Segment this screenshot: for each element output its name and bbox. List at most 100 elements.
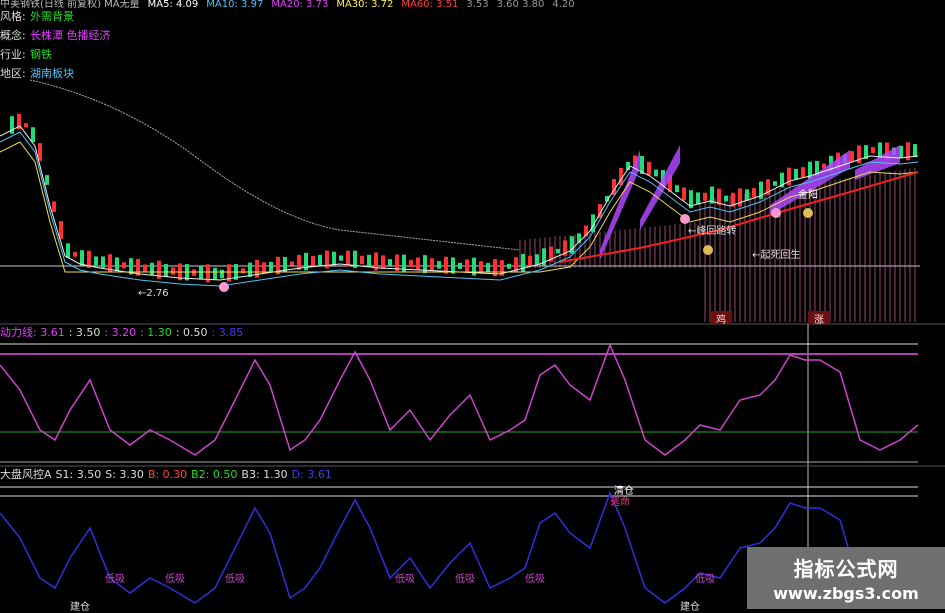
candle: [381, 255, 385, 269]
watermark: 指标公式网 www.zbgs3.com: [747, 547, 945, 609]
candle: [556, 248, 560, 254]
indicator2-legend-item: D: 3.61: [291, 468, 332, 481]
pig-icon: [771, 208, 781, 218]
info-value: 外需背景: [30, 10, 74, 23]
candle: [717, 188, 721, 205]
ma-legend-item: MA30: 3.72: [336, 0, 394, 10]
candle: [150, 262, 154, 276]
candle: [143, 264, 147, 273]
info-row: 风格: 外需背景: [0, 10, 111, 29]
marker-b-label: 涨: [814, 315, 824, 326]
candle: [101, 256, 105, 268]
candle: [52, 201, 56, 212]
info-row: 行业: 钢铁: [0, 48, 111, 67]
indicator2-legend-item: S: 3.30: [105, 468, 144, 481]
candle: [654, 169, 658, 177]
ma120-curve: [29, 79, 521, 251]
candle: [437, 261, 441, 269]
candle: [570, 236, 574, 254]
ma-legend-item: MA5: 4.09: [147, 0, 199, 10]
candle: [409, 259, 413, 268]
candle: [311, 256, 315, 266]
info-key: 行业:: [0, 48, 26, 61]
info-key: 地区:: [0, 67, 26, 80]
candle: [24, 123, 28, 128]
marker-a-label: 鸡: [716, 315, 726, 326]
candle: [724, 195, 728, 202]
candle: [794, 168, 798, 180]
revival-label: ←起死回生: [752, 250, 801, 261]
candle: [745, 189, 749, 201]
indicator1-legend-item: : 3.50: [68, 326, 101, 339]
info-key: 风格:: [0, 10, 26, 23]
candle: [367, 254, 371, 267]
moneybag-icon: [703, 245, 713, 255]
add-position-label: 低吸: [455, 574, 475, 585]
ma-legend-item: MA20: 3.73: [271, 0, 329, 10]
candle: [507, 263, 511, 269]
candle: [73, 251, 77, 257]
candle: [430, 258, 434, 271]
indicator1-legend-item: : 0.50: [175, 326, 208, 339]
candle: [913, 144, 917, 158]
add-position-label: 低吸: [225, 574, 245, 585]
candle: [192, 269, 196, 276]
indicator-panel-1[interactable]: [0, 342, 945, 467]
candle: [675, 185, 679, 193]
info-panel: 风格: 外需背景 概念: 长株潭 色播经济 行业: 钢铁 地区: 湖南板块: [0, 10, 111, 86]
candle: [269, 261, 273, 272]
candle: [682, 187, 686, 201]
candle: [199, 266, 203, 280]
ma-legend-item: 4.20: [552, 0, 575, 10]
watermark-title: 指标公式网: [793, 557, 899, 581]
candle: [80, 250, 84, 266]
bottom-label: 建仓: [680, 602, 700, 613]
watermark-url: www.zbgs3.com: [773, 584, 919, 603]
candle: [773, 181, 777, 186]
candle: [703, 192, 707, 201]
indicator1-legend-item: : 1.30: [140, 326, 172, 339]
add-position-label: 低吸: [395, 574, 415, 585]
escape-label: 逃命: [610, 497, 630, 508]
candle: [66, 243, 70, 258]
indicator1-legend: 动力线: 3.61: 3.50: 3.20: 1.30: 0.50: 3.85: [0, 326, 247, 339]
candle: [115, 257, 119, 272]
momentum-line: [0, 342, 919, 456]
candle: [290, 261, 294, 266]
candle: [59, 221, 63, 239]
candle: [871, 147, 875, 153]
kingstrip-band: [640, 145, 680, 230]
jinyang-label: 金阳: [798, 190, 818, 201]
candle: [332, 251, 336, 266]
candle: [164, 264, 168, 277]
candle: [213, 267, 217, 280]
candle: [220, 269, 224, 279]
candle: [479, 261, 483, 273]
candle: [38, 143, 42, 161]
candle: [31, 127, 35, 143]
indicator2-legend-item: B3: 1.30: [241, 468, 288, 481]
stock-chart-canvas[interactable]: [0, 0, 945, 609]
wind-turn-label: ←峰回路转: [688, 226, 737, 237]
info-row: 地区: 湖南板块: [0, 67, 111, 86]
indicator2-legend: 大盘风控A S1: 3.50 S: 3.30 B: 0.30 B2: 0.50 B3: 1…: [0, 468, 336, 481]
indicator2-legend-item: 大盘风控A: [0, 468, 52, 481]
add-position-label: 低吸: [525, 574, 545, 585]
candle: [696, 192, 700, 205]
add-position-label: 低吸: [165, 574, 185, 585]
candle: [346, 250, 350, 267]
candle: [486, 262, 490, 272]
ma-legend-bar: 中美钢铁(日线 前复权) MA无量 MA5: 4.09 MA10: 3.97 MA20…: [0, 0, 945, 10]
add-position-label: 低吸: [695, 574, 715, 585]
candle: [752, 188, 756, 198]
candle: [850, 151, 854, 163]
candle: [171, 267, 175, 275]
candle: [94, 256, 98, 266]
indicator2-legend-item: S1: 3.50: [55, 468, 102, 481]
ma-legend-item: MA60: 3.51: [401, 0, 459, 10]
ma-legend-item: MA10: 3.97: [206, 0, 264, 10]
indicator2-legend-item: B: 0.30: [147, 468, 188, 481]
indicator1-legend-item: 动力线: 3.61: [0, 326, 65, 339]
indicator1-legend-item: : 3.85: [211, 326, 244, 339]
candle: [535, 254, 539, 265]
